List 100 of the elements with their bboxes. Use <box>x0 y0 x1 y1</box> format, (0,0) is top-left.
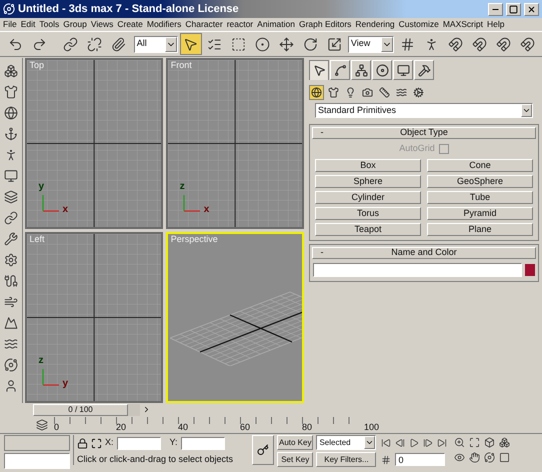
viewport[interactable]: Left y z <box>24 232 163 403</box>
snap-icon <box>448 36 462 52</box>
link-button[interactable] <box>2 209 20 227</box>
autogrid-label: AutoGrid <box>399 142 435 155</box>
menu-item[interactable]: Tools <box>39 20 60 29</box>
frame-number: 20 <box>116 422 126 432</box>
selection-filter-dropdown[interactable]: All <box>134 36 178 52</box>
category-button[interactable] <box>326 85 341 100</box>
orbit-icon <box>484 452 495 462</box>
maximize-button[interactable] <box>506 2 521 16</box>
track-bar[interactable]: 0 20 40 60 80 100 <box>54 416 399 432</box>
shape-icon <box>328 87 339 98</box>
bind-icon <box>111 36 126 52</box>
pan-button[interactable] <box>467 450 482 464</box>
maximize-viewport-button[interactable] <box>497 450 512 464</box>
link-icon <box>4 211 18 225</box>
caret-icon <box>164 36 177 52</box>
wrench-button[interactable] <box>2 230 20 248</box>
menu-item[interactable]: MAXScript <box>442 20 483 29</box>
x-field[interactable] <box>116 436 161 450</box>
color-swatch[interactable] <box>525 264 535 276</box>
primitive-button[interactable]: Teapot <box>315 222 421 236</box>
primitive-button[interactable]: GeoSphere <box>427 174 533 188</box>
region-icon <box>231 36 246 52</box>
y-field[interactable] <box>180 436 225 450</box>
maxscript-listener-field[interactable] <box>4 435 70 451</box>
category-button[interactable] <box>377 85 392 100</box>
undo-icon <box>8 36 22 52</box>
menu-item[interactable]: Modifiers <box>146 20 182 29</box>
blocks-button[interactable] <box>2 62 20 80</box>
menu-item[interactable]: Views <box>90 20 114 29</box>
previous-frame-icon <box>395 438 406 448</box>
zoom-extents-all-icon <box>498 436 510 448</box>
rotate-icon <box>303 36 318 52</box>
zoom-icon <box>454 436 465 448</box>
curve-icon <box>334 64 346 76</box>
primitive-button[interactable]: Box <box>315 158 421 172</box>
minimize-button[interactable] <box>488 2 503 16</box>
monitor-icon <box>396 64 410 76</box>
maximize-icon <box>509 4 518 14</box>
menu-item[interactable]: Animation <box>257 20 295 29</box>
reference-coordinates-dropdown[interactable]: View <box>348 36 394 52</box>
terrain-icon <box>4 316 18 330</box>
close-button[interactable] <box>524 2 539 16</box>
auto-key-button[interactable]: Auto Key <box>277 435 314 450</box>
maximize-viewport-icon <box>498 452 510 462</box>
key-filters-button[interactable]: Key Filters... <box>316 452 376 467</box>
primitive-button[interactable]: Cylinder <box>315 190 421 204</box>
primitive-button[interactable]: Plane <box>427 222 533 236</box>
go-to-end-icon <box>437 438 448 448</box>
gear-icon <box>413 87 424 98</box>
viewport[interactable]: Front x z <box>166 58 304 229</box>
primitive-button[interactable]: Sphere <box>315 174 421 188</box>
caret-icon <box>521 104 532 117</box>
command-tab[interactable] <box>309 60 329 80</box>
key-mode-dropdown[interactable]: Selected <box>316 435 376 450</box>
cursor-icon <box>312 64 326 77</box>
set-key-button[interactable]: Set Key <box>277 452 314 467</box>
menu-item[interactable]: Help <box>486 20 504 29</box>
menu-item[interactable]: Graph Editors <box>298 20 352 29</box>
primitive-button[interactable]: Torus <box>315 206 421 220</box>
menu-item[interactable]: Customize <box>398 20 439 29</box>
rollout-header[interactable]: - Object Type <box>312 127 536 139</box>
menu-item[interactable]: Rendering <box>355 20 395 29</box>
field-of-view-icon <box>454 452 465 462</box>
maxscript-input-field[interactable] <box>4 453 70 469</box>
axis-label: y <box>38 182 44 192</box>
menu-item[interactable]: File <box>3 20 17 29</box>
orbit-button[interactable] <box>482 450 496 464</box>
axis-label: x <box>204 205 210 215</box>
wind-icon <box>4 295 18 309</box>
viewport[interactable]: Top x y <box>24 58 163 229</box>
axis-label: y <box>62 379 68 389</box>
primitive-button[interactable]: Tube <box>427 190 533 204</box>
ball-button[interactable] <box>2 104 20 122</box>
frame-number: 40 <box>178 422 188 432</box>
axis-label: z <box>38 356 44 366</box>
y-label: Y: <box>170 436 178 450</box>
key-mode-button[interactable] <box>252 435 274 465</box>
menu-item[interactable]: reactor <box>226 20 254 29</box>
name-field[interactable] <box>313 262 522 276</box>
primitive-button[interactable]: Pyramid <box>427 206 533 220</box>
menu-item[interactable]: Group <box>63 20 87 29</box>
display-icon <box>4 169 18 183</box>
category-button[interactable] <box>309 85 324 100</box>
blocks-icon <box>4 64 18 78</box>
spinner-snap-icon <box>520 36 534 52</box>
zoom-button[interactable] <box>452 435 466 449</box>
primitive-button[interactable]: Cone <box>427 158 533 172</box>
object-category-dropdown[interactable]: Standard Primitives <box>315 103 533 118</box>
menu-item[interactable]: Edit <box>20 20 36 29</box>
rollout-header[interactable]: - Name and Color <box>312 246 536 258</box>
select-button[interactable] <box>180 33 202 55</box>
lock-icon[interactable] <box>77 438 88 448</box>
menu-item[interactable]: Character <box>185 20 223 29</box>
zoom-extents-all-button[interactable] <box>497 435 512 449</box>
menu-item[interactable]: Create <box>117 20 143 29</box>
x-label: X: <box>105 436 114 450</box>
current-frame-field[interactable]: 0 <box>395 453 446 466</box>
category-button[interactable] <box>411 85 426 100</box>
